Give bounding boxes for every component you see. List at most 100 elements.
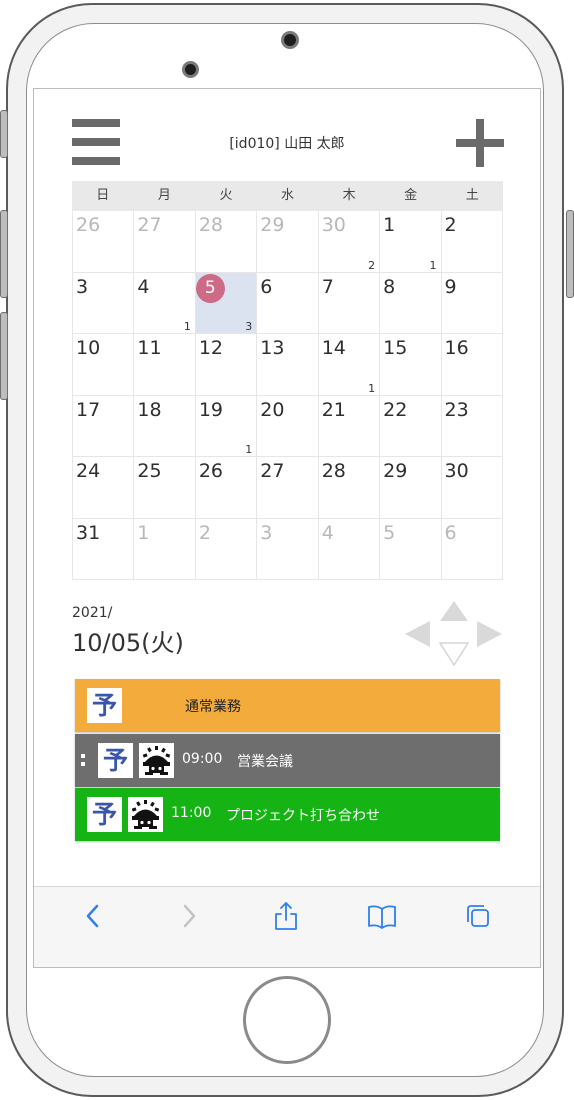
calendar-day[interactable]: 29 (257, 211, 319, 273)
bookmarks-icon[interactable] (367, 901, 397, 931)
calendar-day[interactable]: 9 (441, 272, 503, 334)
calendar-day[interactable]: 21 (318, 395, 381, 457)
back-arrow-icon[interactable] (78, 901, 108, 931)
day-number: 13 (260, 337, 285, 359)
day-number: 2 (444, 214, 457, 236)
calendar-day[interactable]: 26 (73, 211, 135, 273)
day-number: 16 (444, 337, 469, 359)
calendar-day[interactable]: 27 (257, 457, 319, 519)
browser-toolbar (34, 886, 540, 967)
weekday-label: 火 (219, 188, 233, 203)
calendar-day[interactable]: 16 (441, 334, 503, 396)
drag-handle-icon[interactable] (81, 754, 86, 768)
event-title: プロジェクト打ち合わせ (226, 808, 380, 824)
volume-down-button (0, 312, 8, 400)
day-number: 3 (260, 521, 273, 544)
calendar-day[interactable]: 29 (380, 457, 442, 519)
calendar-day[interactable]: 26 (195, 457, 258, 519)
calendar-day[interactable]: 7 (318, 272, 381, 334)
calendar-day[interactable]: 6 (441, 518, 503, 580)
calendar-day[interactable]: 28 (318, 457, 381, 519)
calendar-day[interactable]: 17 (73, 395, 135, 457)
power-button (566, 210, 574, 298)
calendar-day[interactable]: 2 (195, 518, 258, 580)
next-week-arrow-icon[interactable] (438, 642, 470, 667)
calendar-day[interactable]: 25 (134, 457, 196, 519)
day-number: 26 (76, 214, 101, 236)
calendar-day[interactable]: 30 (441, 457, 503, 519)
screen: [id010] 山田 太郎 日月火水木金土 26 27 28 29 30 2 1 1 2 3 4 1 5… (33, 88, 541, 968)
calendar-day[interactable]: 27 (134, 211, 196, 273)
day-number: 22 (383, 398, 408, 421)
day-number: 28 (198, 214, 224, 236)
event-item[interactable]: 予 11:00 プロジェクト打ち合わせ (75, 788, 500, 841)
calendar-day[interactable]: 22 (380, 395, 442, 457)
mute-switch (0, 110, 8, 158)
day-number: 4 (137, 275, 150, 298)
day-number: 19 (198, 398, 224, 421)
day-number: 1 (383, 214, 396, 236)
day-number: 15 (383, 337, 408, 359)
plus-icon[interactable] (456, 119, 504, 167)
calendar-day[interactable]: 30 2 (318, 211, 381, 273)
calendar-day[interactable]: 24 (73, 457, 135, 519)
calendar-day[interactable]: 3 (73, 272, 135, 334)
calendar-day[interactable]: 1 (134, 518, 196, 580)
calendar-day[interactable]: 28 (195, 211, 258, 273)
prev-week-arrow-icon[interactable] (440, 601, 468, 621)
calendar-day-today[interactable]: 53 (195, 272, 258, 334)
day-number: 6 (444, 521, 457, 544)
calendar-day[interactable]: 14 1 (318, 334, 381, 396)
schedule-badge: 予 (98, 743, 133, 778)
month-calendar: 日月火水木金土 26 27 28 29 30 2 1 1 2 3 4 1 5 3 6 7 8 9 10 11 12 13 1… (72, 181, 503, 580)
calendar-day[interactable]: 3 (257, 518, 319, 580)
event-count: 1 (183, 320, 191, 333)
calendar-day[interactable]: 19 1 (195, 395, 258, 457)
day-number: 8 (383, 275, 396, 298)
share-icon[interactable] (271, 901, 301, 931)
weekday-label: 日 (96, 188, 110, 203)
calendar-week: 341536789 (73, 272, 503, 334)
calendar-day[interactable]: 20 (257, 395, 319, 457)
day-number: 5 (195, 273, 225, 303)
day-number: 29 (383, 460, 408, 482)
calendar-day[interactable]: 13 (257, 334, 319, 396)
calendar-day[interactable]: 11 (134, 334, 196, 396)
calendar-day[interactable]: 18 (134, 395, 196, 457)
tabs-icon[interactable] (463, 901, 493, 931)
calendar-day[interactable]: 15 (380, 334, 442, 396)
calendar-day[interactable]: 2 (441, 211, 503, 273)
calendar-day[interactable]: 4 (318, 518, 381, 580)
calendar-day[interactable]: 23 (441, 395, 503, 457)
weekday-label: 水 (281, 188, 295, 203)
home-button[interactable] (243, 976, 331, 1064)
date-nav-arrows (405, 601, 502, 667)
next-day-arrow-icon[interactable] (477, 621, 502, 647)
event-item[interactable]: 予 通常業務 (75, 679, 500, 732)
forward-arrow-icon[interactable] (174, 901, 204, 931)
day-number: 27 (137, 214, 162, 236)
calendar-week: 24 25 26 27 28 29 30 (73, 457, 503, 519)
event-title: 営業会議 (237, 754, 293, 770)
calendar-day[interactable]: 10 (73, 334, 135, 396)
calendar-week: 10 11 12 13 14 1 15 16 (73, 334, 503, 396)
calendar-week: 31 1 2 3 4 5 6 (73, 518, 503, 580)
calendar-day[interactable]: 11 (380, 211, 442, 273)
calendar-week: 17 18 19 1 20 21 22 23 (73, 395, 503, 457)
calendar-grid: 26 27 28 29 30 2 1 1 2 3 4 1 5 3 6 7 8 9 10 11 12 13 14 1 15 16 17… (72, 211, 503, 580)
calendar-day[interactable]: 6 (257, 272, 319, 334)
prev-day-arrow-icon[interactable] (405, 621, 430, 647)
day-number: 31 (76, 521, 101, 544)
event-item[interactable]: 予 09:00 営業会議 (75, 734, 500, 787)
calendar-day[interactable]: 31 (73, 518, 135, 580)
event-count: 1 (368, 381, 376, 395)
day-number: 29 (260, 214, 285, 236)
calendar-day[interactable]: 12 (195, 334, 258, 396)
calendar-day[interactable]: 8 (380, 272, 442, 334)
day-number: 9 (444, 275, 457, 298)
calendar-day[interactable]: 5 (380, 518, 442, 580)
mascot-icon (128, 797, 163, 832)
weekday-label: 木 (342, 188, 356, 203)
calendar-day[interactable]: 41 (134, 272, 196, 334)
day-number: 20 (260, 398, 285, 421)
